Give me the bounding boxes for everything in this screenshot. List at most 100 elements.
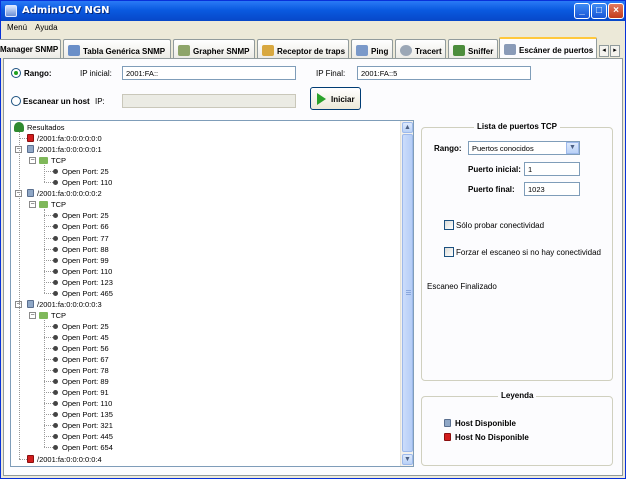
tree-port-item[interactable]: Open Port: 123 [53,277,113,288]
ip-start-label: IP inicial: [80,69,112,78]
force-scan-checkbox[interactable] [444,247,454,257]
tree-port-item[interactable]: Open Port: 465 [53,288,113,299]
tab-scroll-right-button[interactable]: ▸ [610,45,620,57]
tree-port-label: Open Port: 445 [62,432,113,442]
scroll-down-button[interactable]: ▼ [402,454,413,465]
close-button[interactable]: × [608,3,624,19]
menu-item-menu[interactable]: Menú [7,23,27,32]
port-dot-icon [53,445,58,451]
tab-sniffer[interactable]: Sniffer [448,39,498,58]
tree-port-item[interactable]: Open Port: 78 [53,365,109,376]
tab-manager-snmp[interactable]: Manager SNMP [0,39,61,58]
port-dot-icon [53,334,58,340]
tree-port-item[interactable]: Open Port: 56 [53,343,109,354]
tree-host-item[interactable]: /2001:fa:0:0:0:0:0:0 [27,133,102,144]
tree-port-item[interactable]: Open Port: 45 [53,332,109,343]
tree-collapse-toggle[interactable]: − [29,157,36,165]
tab-ping[interactable]: Ping [351,39,393,58]
tree-port-label: Open Port: 321 [62,421,113,431]
tree-port-label: Open Port: 25 [62,321,109,331]
tree-host-item[interactable]: /2001:fa:0:0:0:0:0:1 [27,144,102,155]
port-start-input[interactable]: 1 [524,162,580,176]
tree-port-label: Open Port: 66 [62,222,109,232]
tree-port-label: Open Port: 110 [62,178,113,188]
menu-item-help[interactable]: Ayuda [35,23,58,32]
tree-collapse-toggle[interactable]: − [29,311,36,319]
check-connectivity-checkbox[interactable] [444,220,454,230]
tab-tracert[interactable]: Tracert [395,39,446,58]
tree-root-icon [14,122,24,132]
tree-port-item[interactable]: Open Port: 445 [53,431,113,442]
scroll-up-button[interactable]: ▲ [402,122,413,133]
tree-connector [44,348,53,349]
tree-connector [44,281,53,283]
single-host-ip-input[interactable] [122,94,296,108]
tree-port-label: Open Port: 110 [62,266,113,276]
tab-escaner-de-puertos[interactable]: Escáner de puertos [499,37,597,59]
tree-host-label: /2001:fa:0:0:0:0:0:1 [37,145,102,155]
tab-label: Receptor de traps [277,47,346,56]
minimize-button[interactable]: _ [574,3,590,19]
protocol-folder-icon [39,311,48,319]
tree-port-item[interactable]: Open Port: 77 [53,233,109,244]
port-dot-icon [53,224,58,230]
results-tree[interactable]: Resultados/2001:fa:0:0:0:0:0:0−/2001:fa:… [10,120,414,467]
range-label: Rango: [24,69,52,78]
tree-port-item[interactable]: Open Port: 91 [53,387,109,398]
ip-start-input[interactable]: 2001:FA:: [122,66,296,80]
tcp-range-select[interactable]: Puertos conocidos ▼ [468,141,580,155]
scroll-thumb[interactable] [402,134,413,452]
tree-port-item[interactable]: Open Port: 66 [53,221,109,232]
tree-port-item[interactable]: Open Port: 25 [53,166,109,177]
tab-grapher-snmp[interactable]: Grapher SNMP [173,39,255,58]
chevron-down-icon[interactable]: ▼ [566,142,579,154]
tree-port-item[interactable]: Open Port: 88 [53,244,109,255]
tree-port-item[interactable]: Open Port: 110 [53,398,112,409]
tree-connector [44,209,45,293]
force-scan-label: Forzar el escaneo si no hay conectividad [456,248,601,257]
protocol-folder-icon [39,157,48,165]
tree-vertical-scrollbar[interactable]: ▲ ▼ [400,121,413,466]
tree-port-item[interactable]: Open Port: 67 [53,354,109,365]
tree-connector [44,292,53,294]
tree-port-item[interactable]: Open Port: 654 [53,442,113,453]
range-radio[interactable] [11,68,21,78]
tree-host-item[interactable]: /2001:fa:0:0:0:0:0:4 [27,454,102,465]
tree-connector [44,237,53,239]
title-bar[interactable]: AdminUCV NGN _ □ × [1,1,625,21]
tree-port-item[interactable]: Open Port: 321 [53,420,113,431]
tree-port-label: Open Port: 123 [62,277,113,287]
single-host-radio[interactable] [11,96,21,106]
tab-scroll-left-button[interactable]: ◂ [599,45,609,57]
tree-port-label: Open Port: 25 [62,167,109,177]
tree-port-item[interactable]: Open Port: 25 [53,210,109,221]
tab-tabla-generica-snmp[interactable]: Tabla Genérica SNMP [63,39,171,58]
port-dot-icon [53,368,58,374]
tree-port-item[interactable]: Open Port: 25 [53,321,109,332]
tree-connector [19,138,27,140]
tree-host-label: /2001:fa:0:0:0:0:0:3 [37,299,102,309]
scan-status: Escaneo Finalizado [427,282,497,291]
tab-receptor-de-traps[interactable]: Receptor de traps [257,39,349,58]
start-scan-button[interactable]: Iniciar [310,87,361,110]
tree-host-label: /2001:fa:0:0:0:0:0:2 [37,189,102,199]
scroll-grip [406,294,411,295]
port-dot-icon [53,268,58,274]
tree-port-item[interactable]: Open Port: 99 [53,255,109,266]
tree-connector [44,248,53,250]
tree-connector [44,319,45,448]
app-window: AdminUCV NGN _ □ × Menú Ayuda Manager SN… [0,0,626,479]
tree-collapse-toggle[interactable]: − [29,201,36,209]
tree-host-item[interactable]: /2001:fa:0:0:0:0:0:2 [27,188,102,199]
tree-port-item[interactable]: Open Port: 89 [53,376,109,387]
port-dot-icon [53,290,58,296]
port-end-input[interactable]: 1023 [524,182,580,196]
tree-root[interactable]: Resultados [14,122,65,133]
tree-host-item[interactable]: /2001:fa:0:0:0:0:0:3 [27,299,102,310]
maximize-button[interactable]: □ [591,3,607,19]
tree-port-item[interactable]: Open Port: 110 [53,177,112,188]
tree-port-item[interactable]: Open Port: 135 [53,409,113,420]
tree-port-label: Open Port: 99 [62,255,109,265]
ip-end-input[interactable]: 2001:FA::5 [357,66,531,80]
tree-port-item[interactable]: Open Port: 110 [53,266,112,277]
